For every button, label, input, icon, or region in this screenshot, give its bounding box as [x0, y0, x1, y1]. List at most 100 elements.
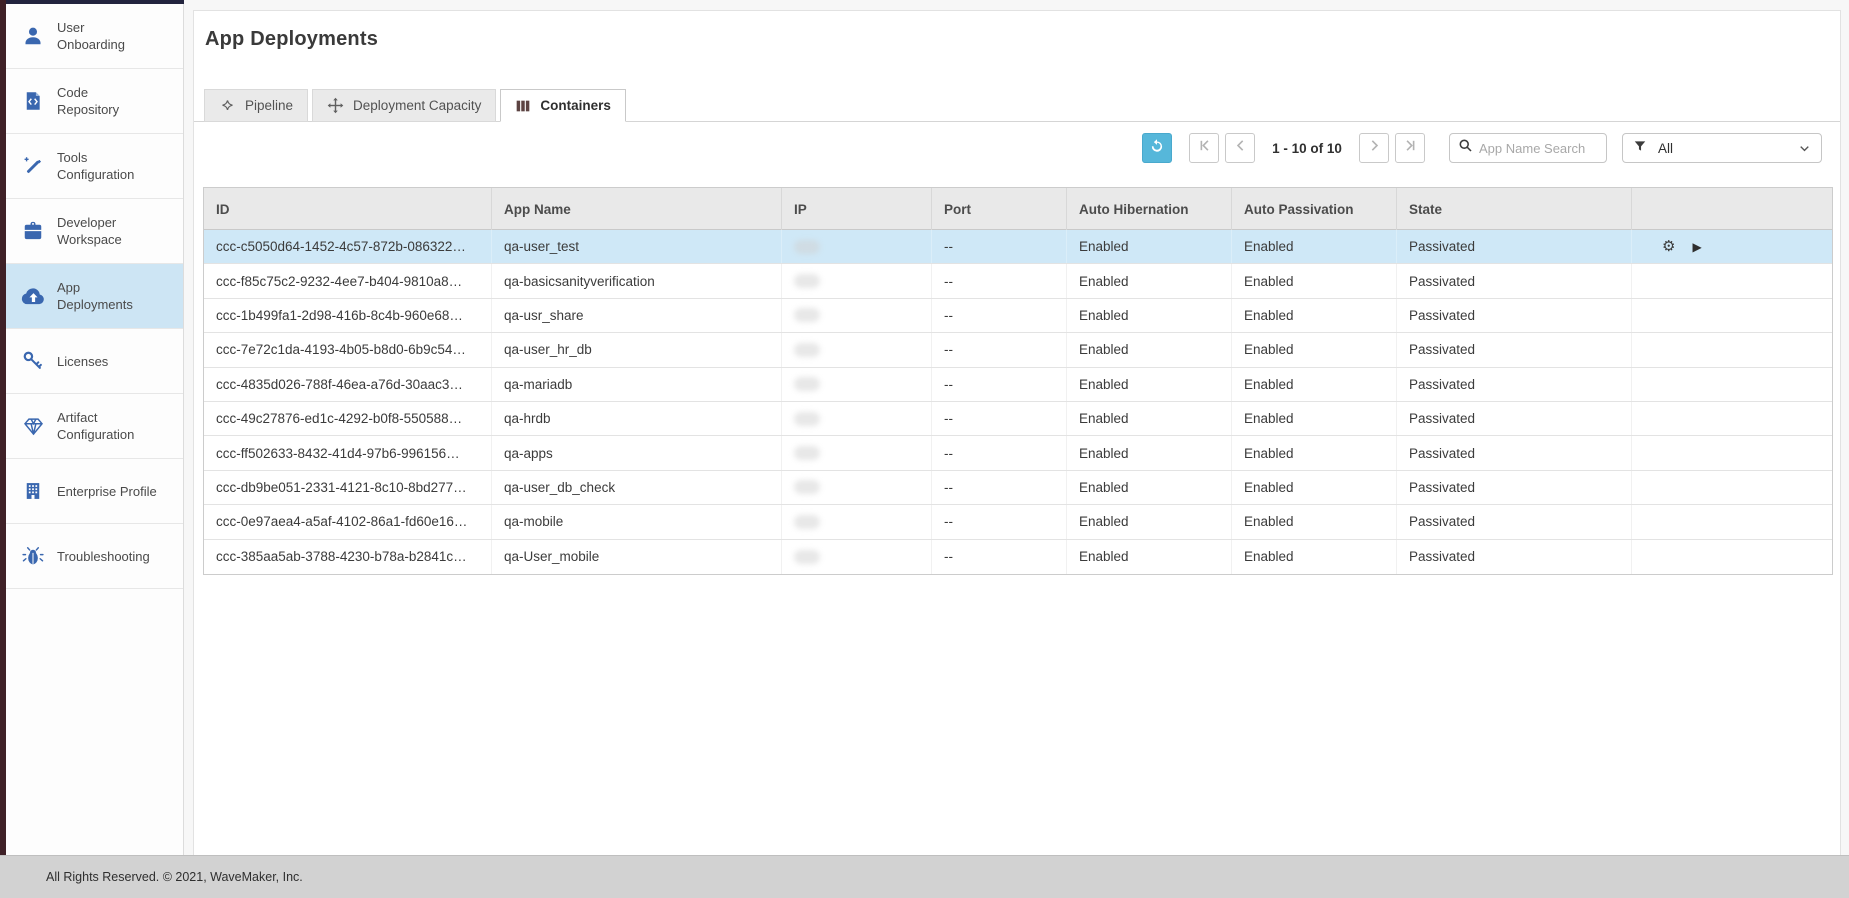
cell-port: -- — [932, 505, 1067, 538]
cell-ip — [782, 264, 932, 297]
filter-dropdown[interactable]: All — [1622, 133, 1822, 163]
sidebar-item-troubleshooting[interactable]: Troubleshooting — [6, 524, 183, 589]
next-page-button[interactable] — [1359, 133, 1389, 163]
cell-actions — [1632, 540, 1832, 574]
table-row[interactable]: ccc-db9be051-2331-4121-8c10-8bd277…qa-us… — [204, 471, 1832, 505]
cell-port: -- — [932, 402, 1067, 435]
table-row[interactable]: ccc-385aa5ab-3788-4230-b78a-b2841c…qa-Us… — [204, 540, 1832, 574]
table-toolbar: 1 - 10 of 10 All — [194, 133, 1840, 163]
cell-auto_hibernation: Enabled — [1067, 436, 1232, 469]
sidebar-item-tools-configuration[interactable]: Tools Configuration — [6, 134, 183, 199]
troubleshooting-icon — [18, 543, 48, 569]
enterprise-profile-icon — [18, 478, 48, 504]
refresh-icon — [1149, 138, 1165, 159]
app-name-search-box[interactable] — [1449, 133, 1607, 163]
cell-ip — [782, 333, 932, 366]
filter-selected-value: All — [1658, 141, 1673, 156]
deployment-capacity-icon — [327, 97, 344, 114]
table-row[interactable]: ccc-f85c75c2-9232-4ee7-b404-9810a8…qa-ba… — [204, 264, 1832, 298]
main-content-card: App Deployments PipelineDeployment Capac… — [193, 10, 1841, 855]
table-row[interactable]: ccc-1b499fa1-2d98-416b-8c4b-960e68…qa-us… — [204, 299, 1832, 333]
cell-auto_passivation: Enabled — [1232, 299, 1397, 332]
copyright-text: All Rights Reserved. © 2021, WaveMaker, … — [46, 870, 303, 884]
gear-icon[interactable]: ⚙ — [1662, 239, 1675, 254]
table-row[interactable]: ccc-0e97aea4-a5af-4102-86a1-fd60e16…qa-m… — [204, 505, 1832, 539]
cell-ip — [782, 230, 932, 263]
footer: All Rights Reserved. © 2021, WaveMaker, … — [0, 855, 1849, 898]
ip-blur — [794, 240, 820, 254]
tab-containers[interactable]: Containers — [500, 89, 626, 122]
cell-actions — [1632, 436, 1832, 469]
table-row[interactable]: ccc-ff502633-8432-41d4-97b6-996156…qa-ap… — [204, 436, 1832, 470]
ip-blur — [794, 308, 820, 322]
cell-actions — [1632, 368, 1832, 401]
sidebar-item-code-repository[interactable]: Code Repository — [6, 69, 183, 134]
cell-port: -- — [932, 436, 1067, 469]
cell-app_name: qa-apps — [492, 436, 782, 469]
sidebar-item-app-deployments[interactable]: App Deployments — [6, 264, 183, 329]
column-header-state: State — [1397, 188, 1632, 230]
prev-page-button[interactable] — [1225, 133, 1255, 163]
column-header-auto_passivation: Auto Passivation — [1232, 188, 1397, 230]
artifact-configuration-icon — [18, 413, 48, 439]
cell-ip — [782, 299, 932, 332]
table-body: ccc-c5050d64-1452-4c57-872b-086322…qa-us… — [204, 230, 1832, 574]
tab-deployment-capacity[interactable]: Deployment Capacity — [312, 89, 496, 122]
cell-auto_hibernation: Enabled — [1067, 230, 1232, 263]
sidebar-item-developer-workspace[interactable]: Developer Workspace — [6, 199, 183, 264]
column-header-actions — [1632, 188, 1832, 230]
cell-actions — [1632, 333, 1832, 366]
cell-port: -- — [932, 471, 1067, 504]
table-row[interactable]: ccc-49c27876-ed1c-4292-b0f8-550588…qa-hr… — [204, 402, 1832, 436]
page-range-label: 1 - 10 of 10 — [1255, 141, 1359, 156]
cell-auto_hibernation: Enabled — [1067, 540, 1232, 574]
refresh-button[interactable] — [1142, 133, 1172, 163]
tab-label: Deployment Capacity — [353, 98, 481, 113]
app-name-search-input[interactable] — [1479, 141, 1598, 156]
cell-auto_passivation: Enabled — [1232, 505, 1397, 538]
cell-ip — [782, 436, 932, 469]
cell-ip — [782, 505, 932, 538]
cell-actions — [1632, 299, 1832, 332]
cell-ip — [782, 368, 932, 401]
cell-id: ccc-db9be051-2331-4121-8c10-8bd277… — [204, 471, 492, 504]
cell-auto_passivation: Enabled — [1232, 230, 1397, 263]
sidebar-item-enterprise-profile[interactable]: Enterprise Profile — [6, 459, 183, 524]
cell-state: Passivated — [1397, 333, 1632, 366]
tools-configuration-icon — [18, 153, 48, 179]
sidebar-item-user-onboarding[interactable]: User Onboarding — [6, 4, 183, 69]
last-page-button[interactable] — [1395, 133, 1425, 163]
cell-actions — [1632, 402, 1832, 435]
cell-auto_passivation: Enabled — [1232, 402, 1397, 435]
cell-app_name: qa-mobile — [492, 505, 782, 538]
tab-label: Containers — [540, 98, 611, 113]
first-page-button[interactable] — [1189, 133, 1219, 163]
cell-port: -- — [932, 333, 1067, 366]
table-row[interactable]: ccc-c5050d64-1452-4c57-872b-086322…qa-us… — [204, 230, 1832, 264]
sidebar-item-artifact-configuration[interactable]: Artifact Configuration — [6, 394, 183, 459]
pipeline-icon — [219, 97, 236, 114]
cell-state: Passivated — [1397, 540, 1632, 574]
cell-state: Passivated — [1397, 436, 1632, 469]
cell-port: -- — [932, 299, 1067, 332]
play-icon[interactable]: ▶ — [1692, 241, 1701, 253]
cell-id: ccc-0e97aea4-a5af-4102-86a1-fd60e16… — [204, 505, 492, 538]
tab-pipeline[interactable]: Pipeline — [204, 89, 308, 122]
ip-blur — [794, 515, 820, 529]
table-row[interactable]: ccc-7e72c1da-4193-4b05-b8d0-6b9c54…qa-us… — [204, 333, 1832, 367]
sidebar-item-licenses[interactable]: Licenses — [6, 329, 183, 394]
containers-table: IDApp NameIPPortAuto HibernationAuto Pas… — [203, 187, 1833, 575]
cell-id: ccc-1b499fa1-2d98-416b-8c4b-960e68… — [204, 299, 492, 332]
cell-state: Passivated — [1397, 402, 1632, 435]
cell-auto_hibernation: Enabled — [1067, 402, 1232, 435]
cell-state: Passivated — [1397, 299, 1632, 332]
cell-auto_passivation: Enabled — [1232, 368, 1397, 401]
cell-auto_passivation: Enabled — [1232, 333, 1397, 366]
table-row[interactable]: ccc-4835d026-788f-46ea-a76d-30aac3…qa-ma… — [204, 368, 1832, 402]
ip-blur — [794, 446, 820, 460]
chevron-down-icon — [1798, 142, 1811, 155]
cell-state: Passivated — [1397, 368, 1632, 401]
column-header-ip: IP — [782, 188, 932, 230]
cell-state: Passivated — [1397, 230, 1632, 263]
cell-state: Passivated — [1397, 505, 1632, 538]
